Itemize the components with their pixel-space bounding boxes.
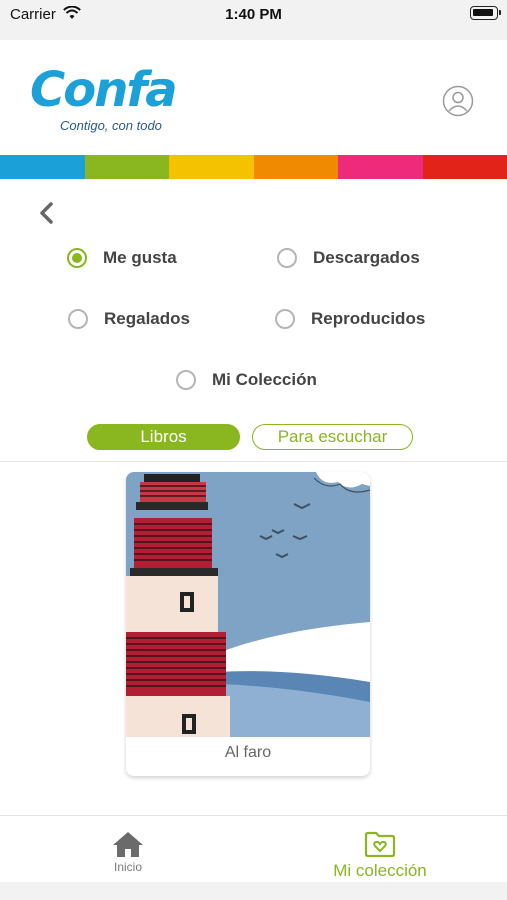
brand-color-stripe xyxy=(0,155,507,179)
radio-button[interactable] xyxy=(275,309,295,329)
filter-regalados[interactable]: Regalados xyxy=(68,307,190,331)
book-title: Al faro xyxy=(224,744,272,761)
filter-me-gusta[interactable]: Me gusta xyxy=(67,246,177,270)
section-divider xyxy=(0,461,507,462)
radio-button[interactable] xyxy=(176,370,196,390)
tab-para-escuchar[interactable]: Para escuchar xyxy=(252,424,413,450)
filter-descargados[interactable]: Descargados xyxy=(277,246,420,270)
status-time: 1:40 PM xyxy=(225,6,282,23)
filter-label: Regalados xyxy=(104,309,190,328)
radio-button[interactable] xyxy=(68,309,88,329)
book-cover-image[interactable] xyxy=(126,472,370,737)
filter-reproducidos[interactable]: Reproducidos xyxy=(275,307,425,331)
filter-label: Mi Colección xyxy=(212,370,317,389)
back-chevron-icon[interactable] xyxy=(34,200,60,226)
nav-home-label[interactable]: Inicio xyxy=(100,860,156,874)
heart-folder-icon[interactable] xyxy=(364,830,396,858)
book-card[interactable]: Al faro xyxy=(126,472,370,776)
stripe-segment xyxy=(338,155,423,179)
home-icon[interactable] xyxy=(112,830,144,858)
bottom-navigation: Inicio Mi colección xyxy=(0,815,507,882)
battery-icon xyxy=(470,6,501,20)
app-header: Confa Contigo, con todo xyxy=(0,40,507,155)
radio-button-selected[interactable] xyxy=(67,248,87,268)
home-indicator-area xyxy=(0,882,507,900)
confa-logo: Confa xyxy=(30,62,178,118)
filter-label: Descargados xyxy=(313,248,420,267)
nav-collection-label[interactable]: Mi colección xyxy=(320,861,440,881)
status-bar: Carrier 1:40 PM xyxy=(0,0,507,40)
filter-mi-coleccion[interactable]: Mi Colección xyxy=(176,368,317,392)
stripe-segment xyxy=(253,155,338,179)
stripe-segment xyxy=(84,155,169,179)
stripe-segment xyxy=(169,155,254,179)
logo-tagline: Contigo, con todo xyxy=(60,118,162,133)
radio-button[interactable] xyxy=(277,248,297,268)
user-circle-icon[interactable] xyxy=(442,85,474,117)
filter-label: Me gusta xyxy=(103,248,177,267)
filter-label: Reproducidos xyxy=(311,309,426,328)
stripe-segment xyxy=(422,155,507,179)
tab-libros[interactable]: Libros xyxy=(87,424,240,450)
stripe-segment xyxy=(0,155,85,179)
